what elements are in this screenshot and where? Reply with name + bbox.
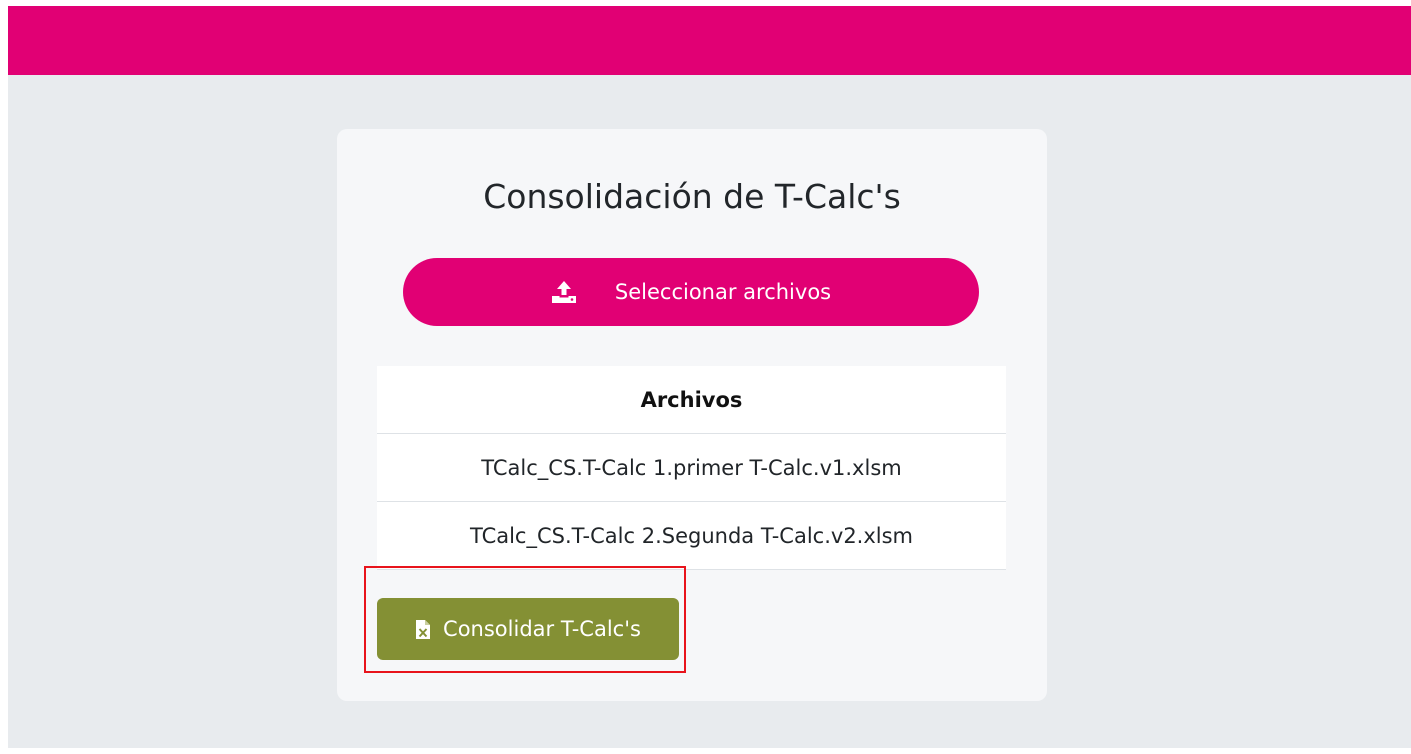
top-header-bar [8, 6, 1411, 75]
files-table: Archivos TCalc_CS.T-Calc 1.primer T-Calc… [377, 366, 1006, 570]
table-row: TCalc_CS.T-Calc 2.Segunda T-Calc.v2.xlsm [377, 502, 1006, 570]
select-files-button[interactable]: Seleccionar archivos [403, 258, 979, 326]
consolidate-label: Consolidar T-Calc's [443, 617, 641, 641]
files-table-header: Archivos [377, 366, 1006, 434]
table-row: TCalc_CS.T-Calc 1.primer T-Calc.v1.xlsm [377, 434, 1006, 502]
page-frame: Consolidación de T-Calc's Seleccionar ar… [8, 6, 1411, 748]
excel-file-icon [415, 619, 431, 640]
consolidation-card: Consolidación de T-Calc's Seleccionar ar… [337, 129, 1047, 701]
upload-icon [551, 280, 577, 304]
page-title: Consolidación de T-Calc's [483, 177, 901, 216]
consolidate-button[interactable]: Consolidar T-Calc's [377, 598, 679, 660]
select-files-label: Seleccionar archivos [614, 280, 832, 304]
